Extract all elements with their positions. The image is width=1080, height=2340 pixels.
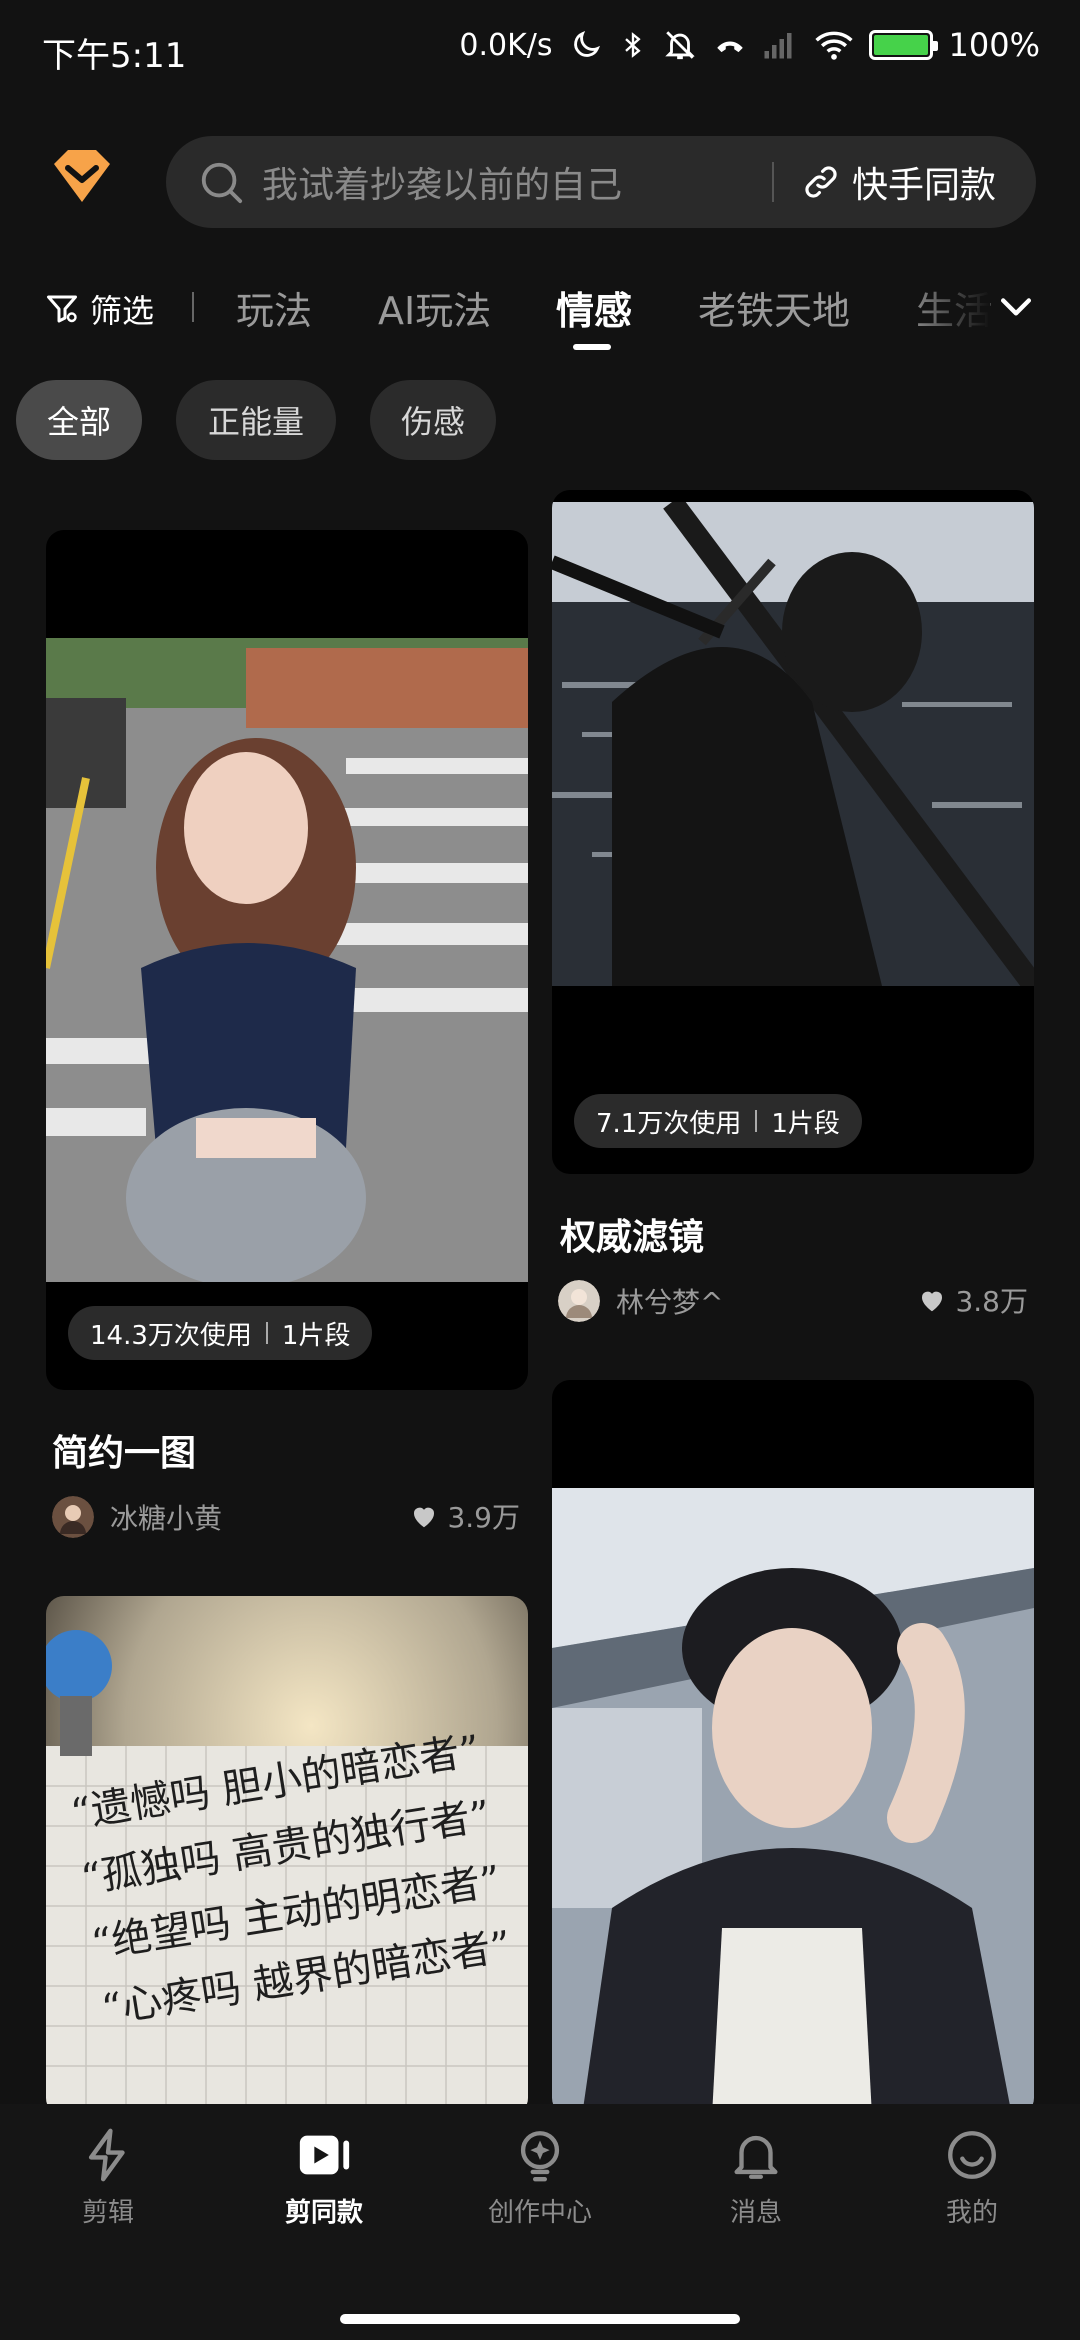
app-logo-icon[interactable] <box>46 146 118 206</box>
nav-creator-center[interactable]: 创作中心 <box>460 2126 620 2229</box>
kuaishou-same-button[interactable]: 快手同款 <box>802 156 996 208</box>
moon-icon <box>573 30 600 57</box>
card-photo <box>46 638 528 1282</box>
author-name: 林兮梦^ <box>616 1286 724 1319</box>
bluetooth-icon <box>624 32 641 58</box>
search-bar[interactable]: 我试着抄袭以前的自己 快手同款 <box>166 136 1036 228</box>
card-thumbnail <box>46 638 528 1282</box>
search-divider <box>772 162 774 202</box>
badge-divider <box>755 1110 758 1132</box>
badge-divider <box>265 1322 268 1344</box>
home-indicator[interactable] <box>340 2314 740 2324</box>
author-name: 冰糖小黄 <box>110 1502 223 1535</box>
video-play-icon <box>299 2135 350 2175</box>
active-tab-indicator <box>573 344 611 350</box>
nav-profile[interactable]: 我的 <box>892 2126 1052 2229</box>
chip-sad[interactable]: 伤感 <box>370 380 496 460</box>
battery-percent: 100% <box>948 26 1040 64</box>
chip-all[interactable]: 全部 <box>16 380 142 460</box>
nav-same-template[interactable]: 剪同款 <box>244 2126 404 2229</box>
tab-laotie[interactable]: 老铁天地 <box>698 280 850 335</box>
card-title[interactable]: 权威滤镜 <box>560 1208 704 1260</box>
segment-count: 1片段 <box>281 1320 351 1351</box>
card-photo <box>552 502 1034 986</box>
tab-divider <box>192 292 194 322</box>
nav-label: 剪辑 <box>81 2198 134 2228</box>
card-thumbnail <box>552 1488 1034 2116</box>
battery-icon <box>868 30 938 60</box>
smile-icon <box>948 2131 996 2179</box>
avatar <box>558 1280 600 1322</box>
card-thumbnail <box>552 502 1034 986</box>
usage-count: 14.3万次使用 <box>90 1320 252 1351</box>
tab-fade <box>900 270 990 350</box>
tab-gameplay[interactable]: 玩法 <box>236 280 312 335</box>
card-photo <box>552 1488 1034 2116</box>
filter-icon <box>47 295 77 323</box>
heart-icon <box>922 1291 943 1312</box>
nav-edit[interactable]: 剪辑 <box>28 2126 188 2229</box>
like-count[interactable]: 3.8万 <box>917 1280 1028 1320</box>
category-tabs: 筛选 玩法 AI玩法 情感 老铁天地 生活 <box>0 270 1080 350</box>
nav-label: 我的 <box>945 2198 998 2228</box>
filter-button[interactable]: 筛选 <box>44 286 154 332</box>
network-speed: 0.0K/s <box>459 27 553 63</box>
tab-ai-gameplay[interactable]: AI玩法 <box>378 280 491 335</box>
search-icon <box>201 162 243 204</box>
usage-count: 7.1万次使用 <box>596 1108 742 1139</box>
search-input[interactable]: 我试着抄袭以前的自己 <box>262 156 762 208</box>
status-icons: 0.0K/s 100% <box>459 26 1040 64</box>
nav-label: 剪同款 <box>284 2198 363 2228</box>
avatar <box>52 1496 94 1538</box>
like-value: 3.9万 <box>447 1501 520 1534</box>
template-card[interactable] <box>552 1380 1034 2116</box>
usage-badge: 14.3万次使用 1片段 <box>68 1306 373 1360</box>
like-value: 3.8万 <box>955 1285 1028 1318</box>
filter-label: 筛选 <box>90 292 155 330</box>
author-row[interactable]: 林兮梦^ <box>558 1280 723 1322</box>
chip-positive[interactable]: 正能量 <box>176 380 336 460</box>
nav-label: 消息 <box>729 2198 782 2228</box>
author-row[interactable]: 冰糖小黄 <box>52 1496 222 1538</box>
signal-icon <box>764 33 792 59</box>
status-time: 下午5:11 <box>42 36 187 76</box>
bottom-nav: 剪辑 剪同款 创作中心 消息 我的 <box>0 2104 1080 2340</box>
mute-icon <box>664 31 695 60</box>
tab-emotion[interactable]: 情感 <box>556 280 632 335</box>
like-count[interactable]: 3.9万 <box>409 1496 520 1536</box>
battery-fill <box>873 35 928 55</box>
template-card[interactable]: “遗憾吗 胆小的暗恋者” “孤独吗 高贵的独行者” “绝望吗 主动的明恋者” “… <box>46 1596 528 2116</box>
template-card[interactable]: 7.1万次使用 1片段 <box>552 490 1034 1174</box>
bulb-icon <box>520 2131 560 2182</box>
nav-messages[interactable]: 消息 <box>676 2126 836 2229</box>
status-bar: 下午5:11 0.0K/s 100% <box>0 0 1080 100</box>
usage-badge: 7.1万次使用 1片段 <box>574 1094 862 1148</box>
heart-icon <box>414 1507 435 1528</box>
link-icon <box>805 166 837 198</box>
bell-icon <box>734 2135 778 2179</box>
wifi-icon <box>814 31 853 60</box>
lightning-icon <box>88 2128 125 2182</box>
kuaishou-same-label: 快手同款 <box>852 165 997 206</box>
call-icon <box>716 41 743 53</box>
nav-label: 创作中心 <box>487 2198 592 2228</box>
chevron-down-icon[interactable] <box>994 284 1038 328</box>
segment-count: 1片段 <box>771 1108 840 1139</box>
template-card[interactable]: 14.3万次使用 1片段 <box>46 530 528 1390</box>
card-title[interactable]: 简约一图 <box>52 1424 196 1476</box>
